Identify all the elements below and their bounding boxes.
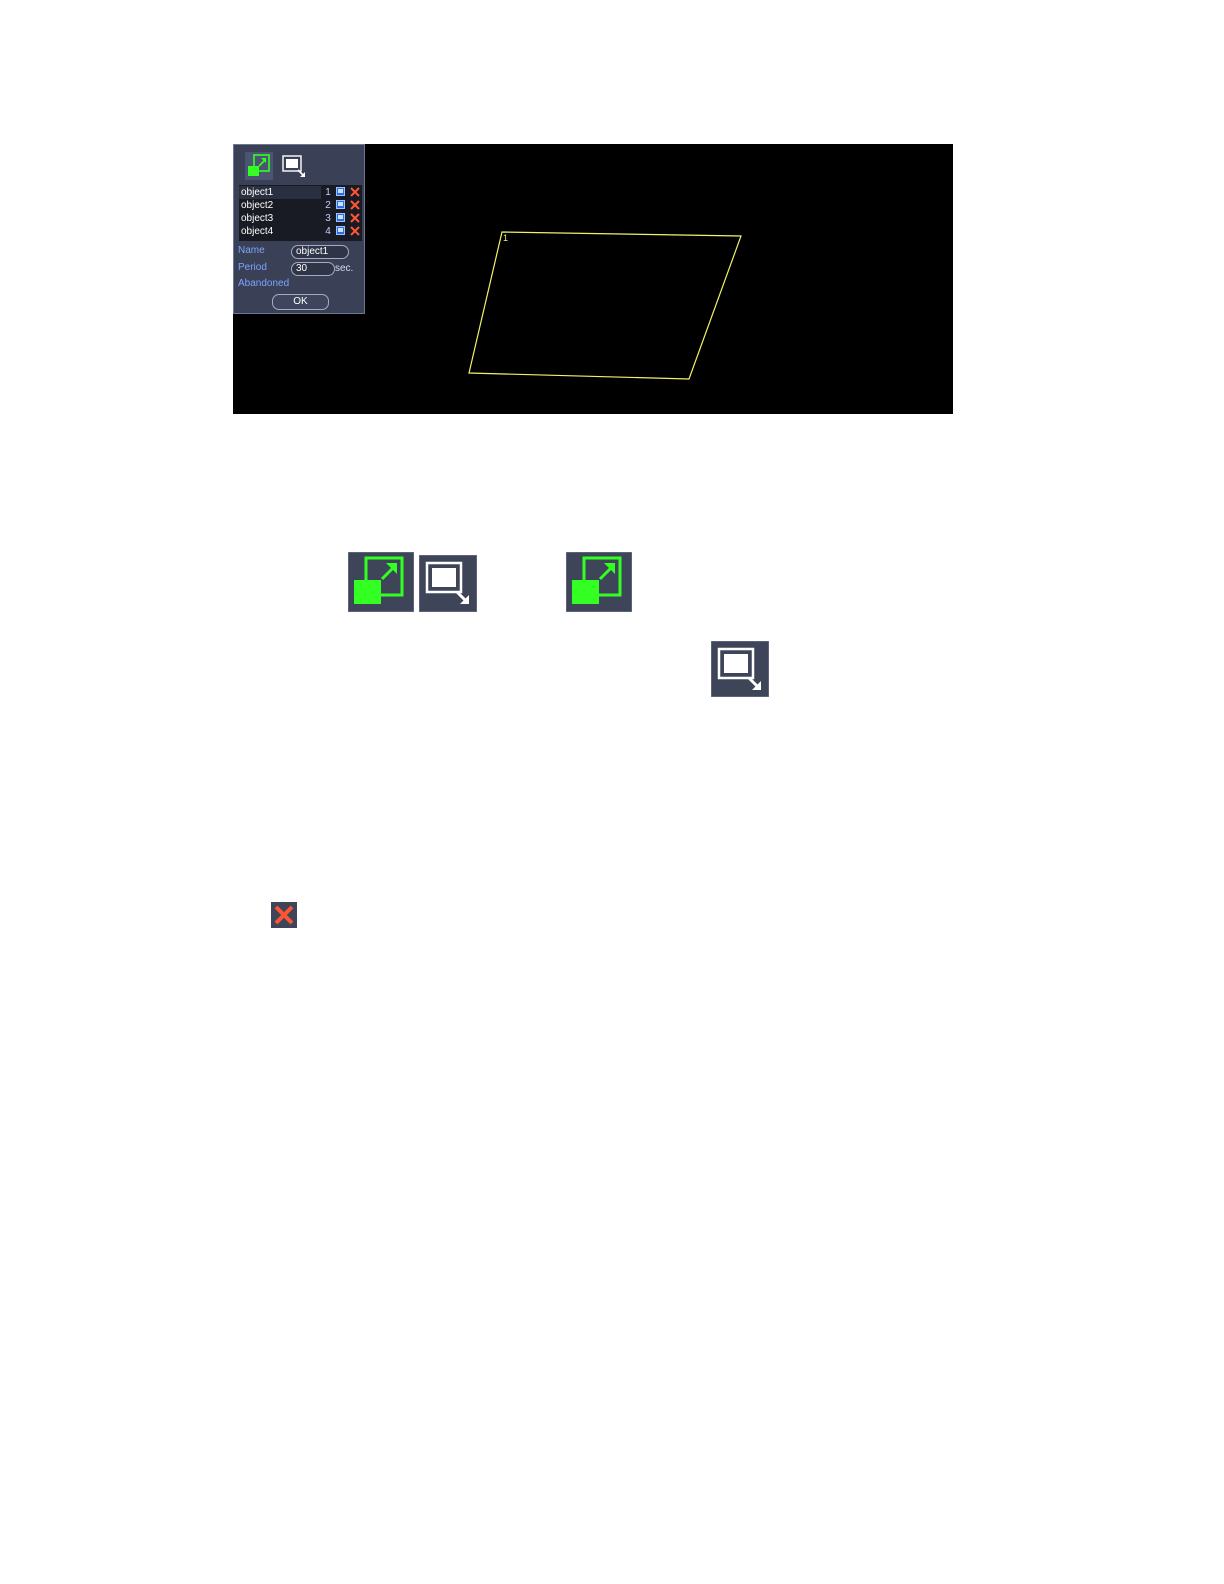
edit-icon[interactable] [336,226,346,236]
select-region-icon[interactable] [280,152,308,180]
period-label: Period [238,262,267,273]
object-name: object4 [241,226,274,237]
object-number: 4 [325,226,331,237]
object-number: 2 [325,200,331,211]
object-row[interactable]: object2 2 [239,199,362,212]
ok-button[interactable]: OK [272,294,329,310]
delete-icon[interactable] [350,226,360,236]
period-unit: sec. [335,263,354,274]
object-name: object1 [239,186,321,199]
draw-region-icon[interactable] [245,152,273,180]
object-list: object1 1 object2 2 object3 3 object4 4 [239,185,362,241]
period-field[interactable]: 30 [291,262,335,276]
object-row[interactable]: object4 4 [239,225,362,238]
draw-region-icon [348,552,414,612]
draw-region-icon [566,552,632,612]
video-preview-screen[interactable]: 1 object1 1 object2 2 object3 3 object4 … [233,144,953,414]
delete-icon [271,902,297,928]
name-field[interactable]: object1 [291,245,349,259]
select-region-icon [711,641,769,697]
object-name: object2 [241,200,274,211]
abandoned-label: Abandoned [238,278,290,289]
name-label: Name [238,245,265,256]
delete-icon[interactable] [350,200,360,210]
edit-icon[interactable] [336,213,346,223]
object-name: object3 [241,213,274,224]
object-number: 1 [325,187,331,198]
edit-icon[interactable] [336,200,346,210]
delete-icon[interactable] [350,187,360,197]
region-number-label: 1 [503,233,509,243]
object-row[interactable]: object1 1 [239,186,362,199]
object-number: 3 [325,213,331,224]
object-config-panel: object1 1 object2 2 object3 3 object4 4 [233,144,365,314]
object-row[interactable]: object3 3 [239,212,362,225]
edit-icon[interactable] [336,187,346,197]
delete-icon[interactable] [350,213,360,223]
select-region-icon [419,555,477,612]
